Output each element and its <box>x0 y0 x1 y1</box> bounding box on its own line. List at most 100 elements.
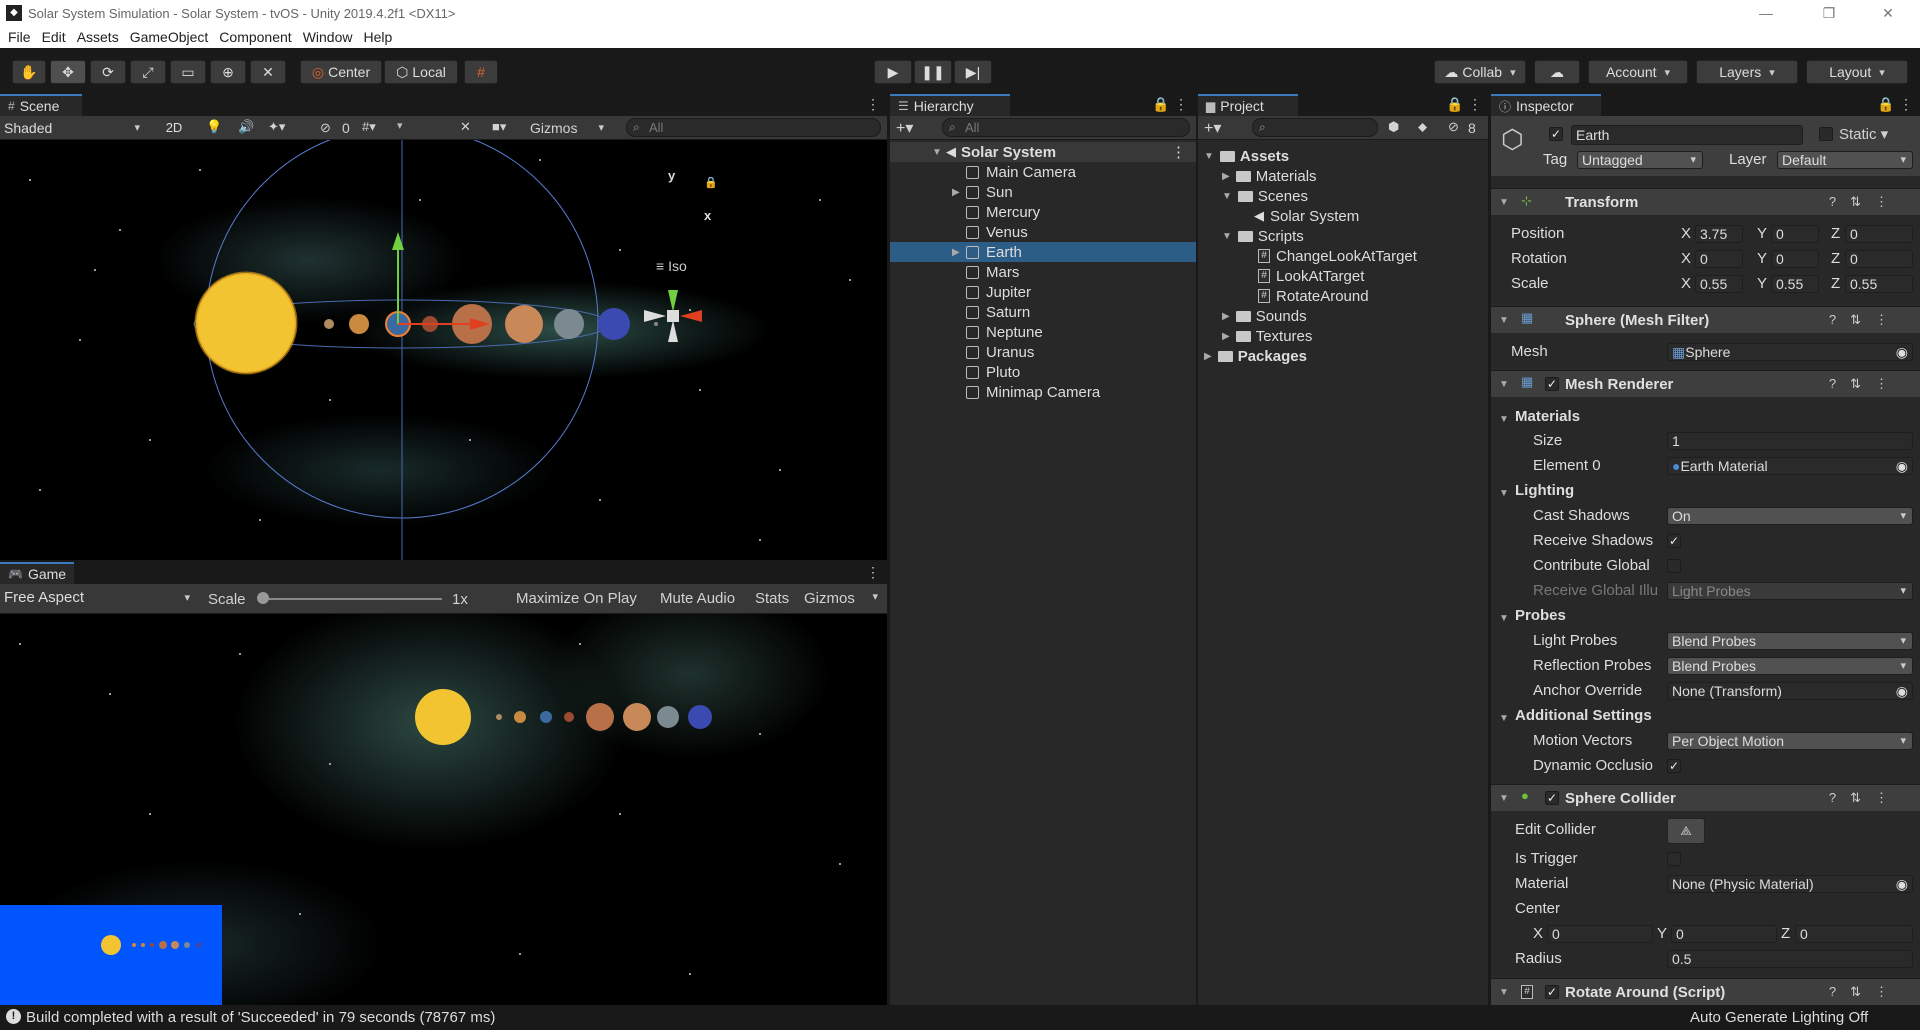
hierarchy-item-jupiter[interactable]: Jupiter <box>890 282 1196 302</box>
effects-dropdown-icon[interactable]: ✦▾ <box>268 119 285 135</box>
position-z-input[interactable]: 0 <box>1845 225 1913 243</box>
project-sounds-folder[interactable]: ▶ Sounds <box>1222 306 1307 326</box>
move-tool-icon[interactable]: ✥ <box>50 60 86 84</box>
project-scene-file[interactable]: ◀ Solar System <box>1254 206 1359 226</box>
maximize-on-play-toggle[interactable]: Maximize On Play <box>516 590 637 607</box>
tab-game[interactable]: 🎮 Game <box>0 562 74 584</box>
custom-tool-icon[interactable]: ✕ <box>250 60 286 84</box>
hierarchy-item-earth[interactable]: ▶ Earth <box>890 242 1196 262</box>
project-scenes-folder[interactable]: ▼ Scenes <box>1222 186 1308 206</box>
grid-toggle-icon[interactable]: #▾ <box>362 119 376 135</box>
additional-settings-section[interactable]: Additional Settings <box>1515 707 1652 724</box>
menu-file[interactable]: File <box>8 29 31 45</box>
tab-hierarchy[interactable]: ☰ Hierarchy <box>890 94 1010 116</box>
is-trigger-checkbox[interactable] <box>1667 852 1681 866</box>
rect-tool-icon[interactable]: ▭ <box>170 60 206 84</box>
scale-tool-icon[interactable]: ⤢ <box>130 60 166 84</box>
project-create-dropdown[interactable]: +▾ <box>1204 118 1221 138</box>
menu-component[interactable]: Component <box>219 29 291 45</box>
lighting-section[interactable]: Lighting <box>1515 482 1574 499</box>
rotation-z-input[interactable]: 0 <box>1845 250 1913 268</box>
hierarchy-item-neptune[interactable]: Neptune <box>890 322 1196 342</box>
minimize-button[interactable]: — <box>1743 0 1789 26</box>
materials-size-input[interactable]: 1 <box>1667 432 1913 450</box>
layers-dropdown[interactable]: Layers <box>1696 60 1798 84</box>
menu-help[interactable]: Help <box>363 29 392 45</box>
object-name-input[interactable]: Earth <box>1571 125 1803 145</box>
physic-material-field[interactable]: None (Physic Material) ◉ <box>1667 875 1913 893</box>
scale-z-input[interactable]: 0.55 <box>1845 275 1913 293</box>
cloud-button[interactable]: ☁ <box>1534 60 1580 84</box>
project-materials-folder[interactable]: ▶ Materials <box>1222 166 1317 186</box>
hierarchy-item-venus[interactable]: Venus <box>890 222 1196 242</box>
hierarchy-item-pluto[interactable]: Pluto <box>890 362 1196 382</box>
scene-viewport[interactable]: y x 🔒 ≡ Iso <box>0 140 887 560</box>
project-script-file[interactable]: # LookAtTarget <box>1258 266 1364 286</box>
receive-shadows-checkbox[interactable]: ✓ <box>1667 534 1681 548</box>
light-probes-dropdown[interactable]: Blend Probes <box>1667 632 1913 650</box>
rotate-around-enabled-checkbox[interactable]: ✓ <box>1545 985 1559 999</box>
collab-dropdown[interactable]: ☁ Collab <box>1434 60 1526 84</box>
contribute-gi-checkbox[interactable] <box>1667 559 1681 573</box>
search-by-label-icon[interactable]: ⬥ <box>1418 119 1427 135</box>
collapse-arrow-icon[interactable]: ▶ <box>1204 351 1212 362</box>
anchor-override-field[interactable]: None (Transform) ◉ <box>1667 682 1913 700</box>
tab-project[interactable]: ▆ Project <box>1198 94 1298 116</box>
menu-window[interactable]: Window <box>303 29 353 45</box>
center-y-input[interactable]: 0 <box>1671 925 1777 943</box>
game-gizmos-dropdown[interactable]: Gizmos <box>804 590 884 607</box>
rotate-tool-icon[interactable]: ⟳ <box>90 60 126 84</box>
tools-icon[interactable]: ✕ <box>460 119 471 135</box>
object-picker-icon[interactable]: ◉ <box>1896 344 1908 360</box>
reflection-probes-dropdown[interactable]: Blend Probes <box>1667 657 1913 675</box>
hierarchy-search-input[interactable]: All <box>942 118 1190 137</box>
camera-dropdown-icon[interactable]: ■▾ <box>492 119 506 135</box>
menu-edit[interactable]: Edit <box>42 29 66 45</box>
mesh-field[interactable]: ▦Sphere ◉ <box>1667 343 1913 361</box>
lighting-toggle-icon[interactable]: 💡 <box>206 119 222 135</box>
fold-arrow-icon[interactable]: ▼ <box>1499 793 1509 804</box>
transform-header[interactable]: ▼ ⊹ Transform ?⇅⋮ <box>1491 188 1920 215</box>
hierarchy-item-saturn[interactable]: Saturn <box>890 302 1196 322</box>
project-script-file[interactable]: # RotateAround <box>1258 286 1369 306</box>
component-actions-icon[interactable]: ?⇅⋮ <box>1829 376 1902 392</box>
fold-arrow-icon[interactable]: ▼ <box>1499 197 1509 208</box>
project-textures-folder[interactable]: ▶ Textures <box>1222 326 1312 346</box>
hierarchy-item-main-camera[interactable]: Main Camera <box>890 162 1196 182</box>
gizmos-dropdown[interactable]: Gizmos <box>530 119 610 137</box>
scene-search-input[interactable]: All <box>626 118 881 137</box>
audio-toggle-icon[interactable]: 🔊 <box>238 119 254 135</box>
project-scripts-folder[interactable]: ▼ Scripts <box>1222 226 1304 246</box>
fold-arrow-icon[interactable]: ▼ <box>1499 613 1509 624</box>
object-picker-icon[interactable]: ◉ <box>1896 876 1908 892</box>
grid-snap-icon[interactable]: # <box>464 60 498 84</box>
grid-dropdown-icon[interactable]: ▾ <box>397 119 403 132</box>
component-actions-icon[interactable]: ?⇅⋮ <box>1829 194 1902 210</box>
hierarchy-item-minimap-camera[interactable]: Minimap Camera <box>890 382 1196 402</box>
hidden-packages-icon[interactable]: ⊘ <box>1448 119 1459 135</box>
project-menu-icon[interactable]: ⋮ <box>1468 96 1482 113</box>
hierarchy-item-sun[interactable]: ▶ Sun <box>890 182 1196 202</box>
center-x-input[interactable]: 0 <box>1547 925 1653 943</box>
hierarchy-menu-icon[interactable]: ⋮ <box>1174 96 1188 113</box>
active-checkbox[interactable]: ✓ <box>1549 127 1563 141</box>
mesh-filter-header[interactable]: ▼ ▦ Sphere (Mesh Filter) ?⇅⋮ <box>1491 306 1920 333</box>
rotation-x-input[interactable]: 0 <box>1695 250 1743 268</box>
layer-dropdown[interactable]: Default <box>1777 151 1913 169</box>
lock-icon[interactable]: 🔒 <box>704 176 718 189</box>
menu-assets[interactable]: Assets <box>77 29 119 45</box>
hierarchy-root[interactable]: ▼ ◀ Solar System ⋮ <box>890 142 1196 162</box>
scale-slider-thumb[interactable] <box>257 592 269 604</box>
radius-input[interactable]: 0.5 <box>1667 950 1913 968</box>
rotation-y-input[interactable]: 0 <box>1771 250 1819 268</box>
transform-tool-icon[interactable]: ⊕ <box>210 60 246 84</box>
collapse-arrow-icon[interactable]: ▶ <box>952 187 960 198</box>
step-button[interactable]: ▶| <box>954 60 992 84</box>
position-y-input[interactable]: 0 <box>1771 225 1819 243</box>
collapse-arrow-icon[interactable]: ▶ <box>1222 171 1230 182</box>
pause-button[interactable]: ❚❚ <box>914 60 952 84</box>
mode-2d-button[interactable]: 2D <box>160 119 188 137</box>
shading-mode-dropdown[interactable]: Shaded <box>4 119 146 137</box>
pivot-local-button[interactable]: ⬡ Local <box>384 60 458 84</box>
edit-collider-button[interactable]: ⟁ <box>1667 818 1705 844</box>
